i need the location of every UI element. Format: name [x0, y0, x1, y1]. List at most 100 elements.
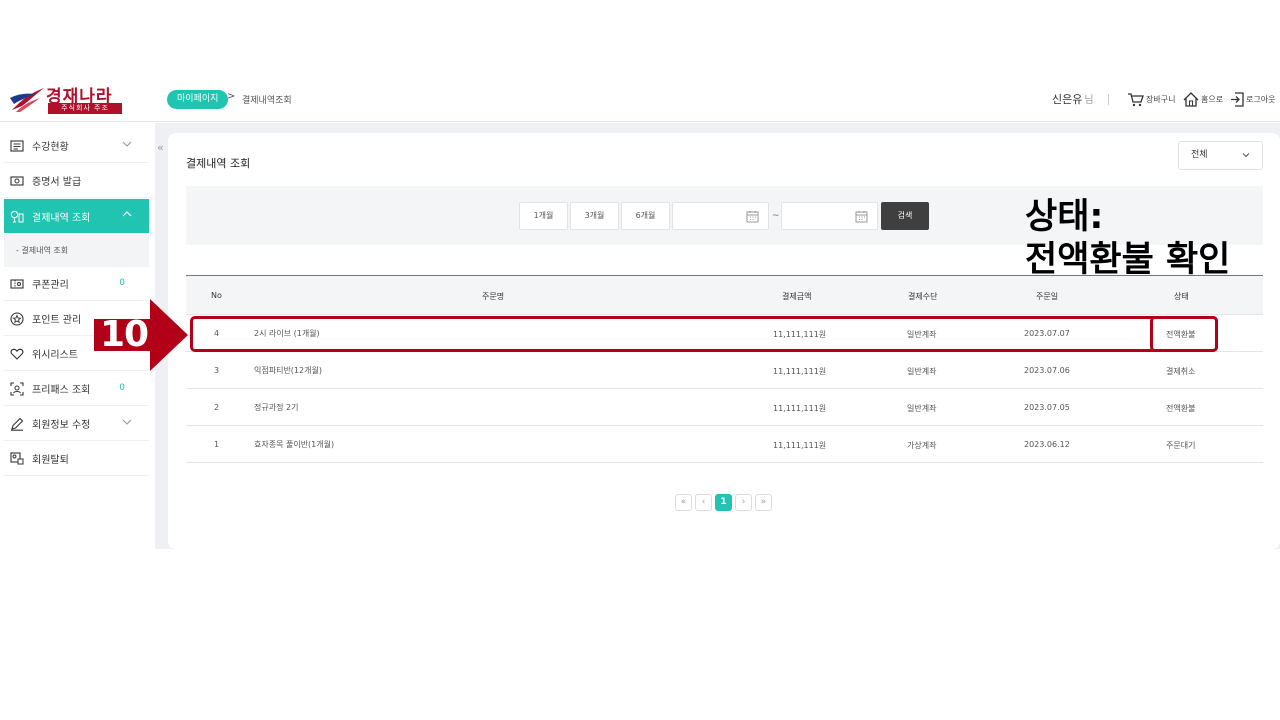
- row-amount: 11,111,111원: [773, 404, 827, 413]
- date-to-input[interactable]: [781, 202, 878, 230]
- column-header-no: No: [211, 291, 222, 300]
- chevron-down-icon: [122, 141, 132, 147]
- date-range-tilde: ~: [772, 211, 780, 221]
- withdraw-icon: [10, 452, 24, 465]
- row-method: 가상계좌: [907, 441, 937, 450]
- highlight-status-box: [1150, 316, 1218, 352]
- sidebar-item-courses[interactable]: 수강현황: [4, 129, 149, 163]
- calendar-icon: [746, 211, 759, 223]
- column-header-method: 결제수단: [908, 292, 938, 301]
- pagination-first-button[interactable]: «: [675, 494, 692, 511]
- breadcrumb-current: 결제내역조회: [242, 96, 292, 106]
- certificate-icon: [10, 175, 24, 186]
- row-amount: 11,111,111원: [773, 441, 827, 450]
- logout-icon: [1231, 91, 1244, 107]
- breadcrumb-mypage[interactable]: 마이페이지: [167, 90, 229, 109]
- annotation-note-line2: 전액환불 확인: [1025, 240, 1231, 280]
- status-filter-select[interactable]: 전체: [1178, 141, 1263, 170]
- column-header-order-date: 주문일: [1036, 292, 1059, 301]
- calendar-icon: [855, 211, 868, 223]
- chevron-up-icon: [122, 211, 132, 217]
- annotation-note-line1: 상태:: [1025, 197, 1104, 237]
- row-order-date: 2023.07.06: [1024, 366, 1070, 375]
- logout-link[interactable]: 로그아웃: [1230, 90, 1275, 108]
- logout-label: 로그아웃: [1246, 94, 1276, 104]
- highlight-row-box: [190, 316, 1218, 352]
- sidebar-item-coupons[interactable]: 쿠폰관리 0: [4, 267, 149, 301]
- bird-logo-icon: [10, 88, 44, 112]
- row-status: 주문대기: [1166, 441, 1196, 450]
- cart-label: 장바구니: [1146, 94, 1176, 104]
- row-method: 일반계좌: [907, 367, 937, 376]
- user-greeting: 신은유 님: [1052, 91, 1094, 107]
- date-from-input[interactable]: [672, 202, 769, 230]
- sidebar-item-freepass[interactable]: 프리패스 조회 0: [4, 372, 149, 406]
- cart-icon: [1128, 92, 1144, 106]
- sidebar-item-label: 포인트 관리: [32, 315, 82, 326]
- chevron-down-icon: [1242, 153, 1250, 158]
- pass-icon: [10, 381, 24, 396]
- row-order-date: 2023.06.12: [1024, 440, 1070, 449]
- sidebar-item-label: 증명서 발급: [32, 177, 82, 188]
- row-no: 1: [214, 440, 220, 449]
- point-icon: [10, 311, 24, 326]
- period-1-month-button[interactable]: 1개월: [519, 202, 568, 230]
- sidebar-item-certificate[interactable]: 증명서 발급: [4, 164, 149, 198]
- breadcrumb-separator: >: [227, 91, 236, 102]
- pagination-prev-button[interactable]: ‹: [695, 494, 712, 511]
- home-label: 홈으로: [1201, 94, 1224, 104]
- site-logo[interactable]: 경재나라 주식회사 주조: [10, 82, 122, 116]
- row-no: 2: [214, 403, 220, 412]
- sidebar-collapse-button[interactable]: «: [157, 141, 164, 154]
- sidebar-item-profile[interactable]: 회원정보 수정: [4, 407, 149, 441]
- sidebar-item-label: 결제내역 조회: [32, 212, 91, 224]
- row-no: 3: [214, 366, 220, 375]
- coupon-count: 0: [119, 278, 125, 288]
- sidebar-item-label: 쿠폰관리: [32, 280, 69, 291]
- status-filter-value: 전체: [1191, 150, 1208, 160]
- column-header-order-name: 주문명: [482, 292, 505, 301]
- sidebar-item-withdraw[interactable]: 회원탈퇴: [4, 442, 149, 476]
- sidebar-item-label: 프리패스 조회: [32, 385, 91, 396]
- logo-subtitle: 주식회사 주조: [48, 103, 122, 114]
- cart-link[interactable]: 장바구니: [1127, 90, 1175, 108]
- period-6-month-button[interactable]: 6개월: [621, 202, 670, 230]
- row-method: 일반계좌: [907, 404, 937, 413]
- pencil-icon: [11, 417, 24, 431]
- freepass-count: 0: [119, 383, 125, 393]
- pagination-next-button[interactable]: ›: [735, 494, 752, 511]
- pagination-page-1[interactable]: 1: [715, 494, 732, 511]
- coupon-icon: [10, 278, 24, 289]
- header-divider: [1108, 94, 1109, 105]
- sidebar-item-payments[interactable]: 결제내역 조회: [4, 199, 149, 233]
- sidebar-subitem-payments[interactable]: - 결제내역 조회: [4, 234, 149, 267]
- pagination-last-button[interactable]: »: [755, 494, 772, 511]
- page-title: 결제내역 조회: [186, 157, 251, 170]
- heart-icon: [10, 348, 24, 360]
- column-header-status: 상태: [1174, 292, 1189, 301]
- table-row[interactable]: 2 정규과정 2기 11,111,111원 일반계좌 2023.07.05 전액…: [186, 389, 1263, 426]
- receipt-icon: [10, 210, 24, 223]
- home-link[interactable]: 홈으로: [1183, 90, 1223, 108]
- row-status: 전액환불: [1166, 404, 1196, 413]
- period-3-month-button[interactable]: 3개월: [570, 202, 619, 230]
- sidebar-item-label: 위시리스트: [32, 350, 78, 361]
- table-row[interactable]: 1 효자종목 풀이반(1개월) 11,111,111원 가상계좌 2023.06…: [186, 426, 1263, 463]
- sidebar-item-label: 회원탈퇴: [32, 455, 69, 466]
- user-suffix: 님: [1084, 95, 1094, 106]
- column-header-amount: 결제금액: [782, 292, 812, 301]
- user-name: 신은유: [1052, 93, 1083, 106]
- row-order-date: 2023.07.05: [1024, 403, 1070, 412]
- sidebar-item-label: 수강현황: [32, 142, 69, 153]
- list-icon: [10, 139, 24, 152]
- row-order-name[interactable]: 효자종목 풀이반(1개월): [254, 439, 334, 450]
- annotation-note: 상태: 전액환불 확인: [1025, 196, 1230, 282]
- top-header: 경재나라 주식회사 주조 마이페이지 > 결제내역조회 신은유 님 장바구니 홈으…: [0, 78, 1280, 122]
- chevron-down-icon: [122, 419, 132, 425]
- sidebar-item-label: 회원정보 수정: [32, 420, 91, 431]
- search-button[interactable]: 검색: [881, 202, 929, 230]
- row-order-name[interactable]: 익점파티반(12개월): [254, 365, 322, 376]
- home-icon: [1183, 91, 1199, 107]
- row-order-name[interactable]: 정규과정 2기: [254, 402, 298, 413]
- table-row[interactable]: 3 익점파티반(12개월) 11,111,111원 일반계좌 2023.07.0…: [186, 352, 1263, 389]
